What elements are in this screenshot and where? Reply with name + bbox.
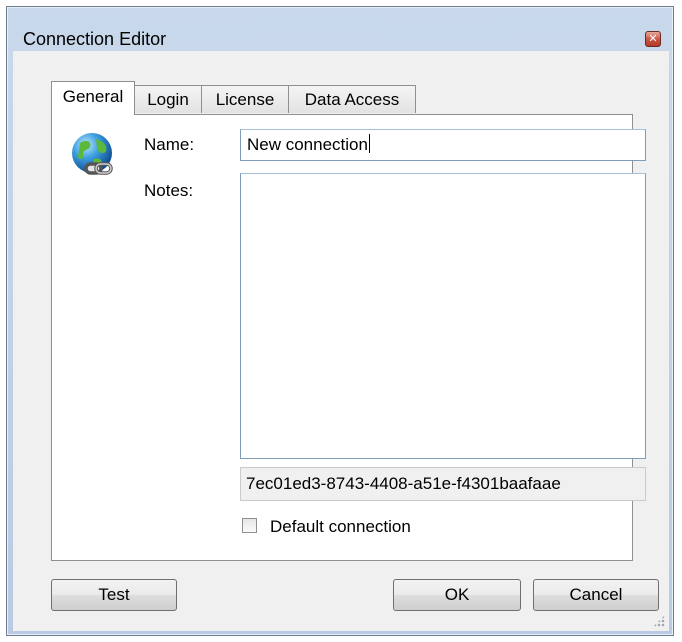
name-input-value: New connection (247, 135, 368, 154)
default-connection-checkbox[interactable] (242, 518, 257, 533)
close-button[interactable]: ✕ (645, 31, 661, 47)
notes-textarea[interactable] (240, 173, 646, 459)
tab-data-access-label: Data Access (304, 90, 400, 109)
dialog-client-area: General Login License Data Access Name: … (13, 51, 669, 631)
tab-general-label: General (62, 87, 124, 106)
ok-button-label: OK (444, 585, 470, 604)
cancel-button[interactable]: Cancel (533, 579, 659, 611)
window-title: Connection Editor (23, 29, 167, 49)
cancel-button-label: Cancel (569, 585, 623, 604)
name-label: Name: (144, 135, 195, 154)
tab-general[interactable]: General (51, 81, 135, 115)
test-button[interactable]: Test (51, 579, 177, 611)
name-input[interactable]: New connection (240, 129, 646, 161)
connection-id-field: 7ec01ed3-8743-4408-a51e-f4301baafaae (240, 467, 646, 501)
globe-connection-icon (72, 133, 113, 175)
notes-label: Notes: (144, 181, 194, 200)
resize-grip[interactable] (653, 615, 665, 627)
connection-id-value: 7ec01ed3-8743-4408-a51e-f4301baafaae (246, 474, 561, 493)
title-bar[interactable]: Connection Editor ✕ (7, 7, 673, 51)
close-icon: ✕ (648, 33, 658, 45)
default-connection-label[interactable]: Default connection (270, 517, 411, 537)
general-tab-panel: Name: New connection Notes: 7ec01ed3-874… (51, 114, 646, 561)
tab-login[interactable]: Login (134, 85, 202, 113)
connection-editor-window: Connection Editor ✕ General Login Licens… (6, 6, 674, 636)
tab-license[interactable]: License (201, 85, 289, 113)
test-button-label: Test (98, 585, 130, 604)
ok-button[interactable]: OK (393, 579, 521, 611)
tab-data-access[interactable]: Data Access (288, 85, 416, 113)
tab-license-label: License (215, 90, 275, 109)
tab-login-label: Login (147, 90, 189, 109)
text-caret (368, 134, 370, 153)
